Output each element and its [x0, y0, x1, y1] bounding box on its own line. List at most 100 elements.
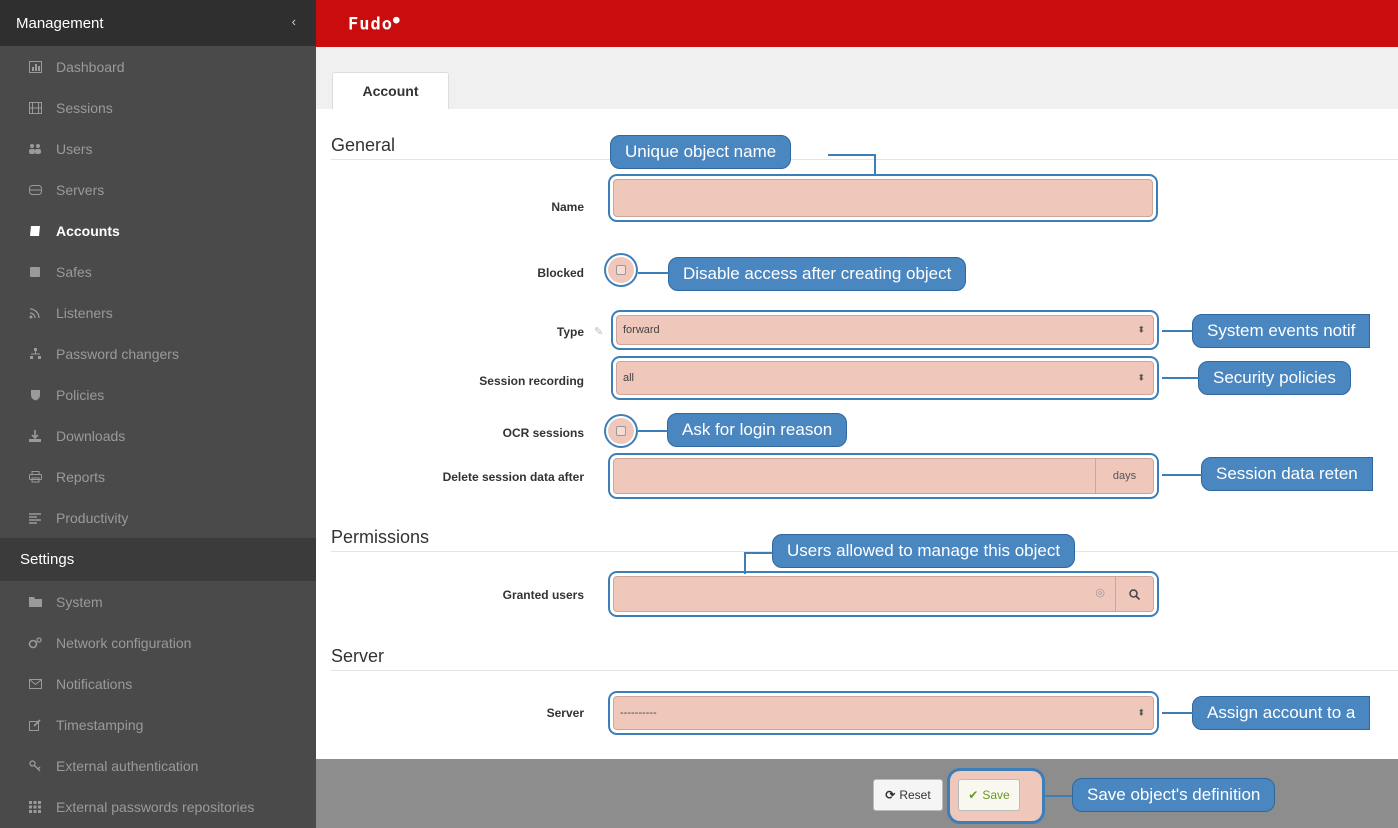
- sidebar-item-users[interactable]: Users: [0, 128, 316, 169]
- sidebar-item-password-changers[interactable]: Password changers: [0, 333, 316, 374]
- sidebar-item-label: External passwords repositories: [56, 798, 255, 815]
- management-label: Management: [16, 14, 104, 32]
- callout-connector: [1162, 474, 1203, 476]
- tab-strip: Account: [316, 47, 1398, 109]
- sidebar-item-label: Reports: [56, 468, 106, 485]
- fudo-logo[interactable]: Fudo●: [348, 13, 401, 35]
- reset-label: Reset: [899, 788, 931, 802]
- sidebar-item-servers[interactable]: Servers: [0, 169, 316, 210]
- callout-server: Assign account to a: [1192, 696, 1371, 730]
- section-divider: [331, 670, 1398, 671]
- select-arrows-icon: ⬍: [1137, 372, 1145, 383]
- sidebar-item-productivity[interactable]: Productivity: [0, 497, 316, 538]
- chart-icon: [24, 60, 46, 73]
- sidebar-item-label: Notifications: [56, 675, 133, 692]
- sidebar-item-notifications[interactable]: Notifications: [0, 663, 316, 704]
- save-label: Save: [982, 788, 1010, 802]
- save-button[interactable]: ✔ Save: [958, 779, 1020, 811]
- sidebar-item-sessions[interactable]: Sessions: [0, 87, 316, 128]
- sidebar-item-network-configuration[interactable]: Network configuration: [0, 622, 316, 663]
- server-label: Server: [546, 706, 584, 720]
- sidebar-item-external-authentication[interactable]: External authentication: [0, 745, 316, 786]
- edit-icon: [24, 718, 46, 731]
- sidebar-item-label: Sessions: [56, 99, 113, 116]
- sidebar-item-label: Accounts: [56, 222, 120, 239]
- callout-delete-after: Session data reten: [1201, 457, 1373, 491]
- type-select[interactable]: forward ⬍: [616, 315, 1154, 345]
- delete-session-data-input[interactable]: days: [613, 458, 1154, 494]
- zoom-icon[interactable]: [1115, 577, 1153, 611]
- name-input[interactable]: [613, 179, 1153, 217]
- safe-icon: [24, 266, 46, 278]
- clear-icon[interactable]: ◎: [1095, 586, 1105, 599]
- grid-icon: [24, 800, 46, 813]
- sidebar-item-label: Policies: [56, 386, 105, 403]
- callout-unique-name: Unique object name: [610, 135, 792, 169]
- edit-icon[interactable]: ✎: [594, 325, 603, 338]
- type-label: Type: [556, 325, 584, 339]
- sidebar-item-reports[interactable]: Reports: [0, 456, 316, 497]
- book-icon: [24, 225, 46, 237]
- select-arrows-icon: ⬍: [1137, 707, 1145, 718]
- session-recording-label: Session recording: [479, 374, 584, 388]
- checkbox-box: [616, 426, 626, 436]
- sidebar-item-label: Users: [56, 140, 93, 157]
- sidebar-item-dashboard[interactable]: Dashboard: [0, 46, 316, 87]
- save-highlight: ✔ Save: [950, 771, 1042, 821]
- sidebar-item-label: Listeners: [56, 304, 113, 321]
- shield-icon: [24, 389, 46, 401]
- ocr-sessions-checkbox[interactable]: [608, 418, 634, 444]
- callout-connector: [874, 154, 876, 174]
- callout-connector: [1044, 795, 1074, 797]
- sidebar-item-label: Password changers: [56, 345, 179, 362]
- sidebar-item-system[interactable]: System: [0, 581, 316, 622]
- name-label: Name: [551, 200, 584, 214]
- callout-type: System events notif: [1192, 314, 1371, 348]
- list-icon: [24, 512, 46, 524]
- server-icon: [24, 184, 46, 196]
- session-recording-select[interactable]: all ⬍: [616, 361, 1154, 395]
- select-arrows-icon: ⬍: [1137, 324, 1145, 335]
- sidebar-item-downloads[interactable]: Downloads: [0, 415, 316, 456]
- collapse-sidebar-icon[interactable]: ‹: [292, 14, 296, 29]
- sidebar-item-external-passwords-repositories[interactable]: External passwords repositories: [0, 786, 316, 827]
- section-server-title: Server: [331, 646, 385, 666]
- callout-connector: [828, 154, 876, 156]
- refresh-icon: ⟳: [885, 788, 896, 802]
- tab-account[interactable]: Account: [332, 72, 449, 109]
- users-icon: [24, 143, 46, 155]
- logo-text: Fudo: [348, 14, 393, 35]
- sidebar-item-label: Timestamping: [56, 716, 144, 733]
- download-icon: [24, 429, 46, 442]
- callout-connector: [744, 552, 746, 574]
- sidebar-item-label: External authentication: [56, 757, 199, 774]
- section-general-title: General: [331, 135, 396, 155]
- management-header: Management ‹: [0, 0, 316, 46]
- sidebar-item-listeners[interactable]: Listeners: [0, 292, 316, 333]
- check-icon: ✔: [968, 788, 979, 802]
- blocked-checkbox[interactable]: [608, 257, 634, 283]
- film-icon: [24, 101, 46, 114]
- sidebar-item-safes[interactable]: Safes: [0, 251, 316, 292]
- days-addon: days: [1095, 459, 1153, 493]
- sidebar-item-accounts[interactable]: Accounts: [0, 210, 316, 251]
- key-icon: [24, 759, 46, 772]
- envelope-icon: [24, 678, 46, 689]
- sidebar-item-label: Productivity: [56, 509, 129, 526]
- reset-button[interactable]: ⟳ Reset: [873, 779, 943, 811]
- section-permissions-title: Permissions: [331, 527, 430, 547]
- sidebar-item-policies[interactable]: Policies: [0, 374, 316, 415]
- sidebar-item-timestamping[interactable]: Timestamping: [0, 704, 316, 745]
- settings-label: Settings: [20, 551, 75, 568]
- form-footer: ⟳ Reset ✔ Save Save object's definition: [316, 759, 1398, 828]
- granted-users-input[interactable]: ◎: [613, 576, 1154, 612]
- sidebar-item-label: System: [56, 593, 103, 610]
- callout-session-recording: Security policies: [1198, 361, 1351, 395]
- callout-connector: [1162, 330, 1194, 332]
- checkbox-box: [616, 265, 626, 275]
- sidebar: Management ‹ Dashboard Sessions Users Se…: [0, 0, 316, 828]
- server-select[interactable]: ---------- ⬍: [613, 696, 1154, 730]
- callout-connector: [1162, 377, 1200, 379]
- sidebar-item-label: Servers: [56, 181, 105, 198]
- server-select-value: ----------: [620, 707, 657, 719]
